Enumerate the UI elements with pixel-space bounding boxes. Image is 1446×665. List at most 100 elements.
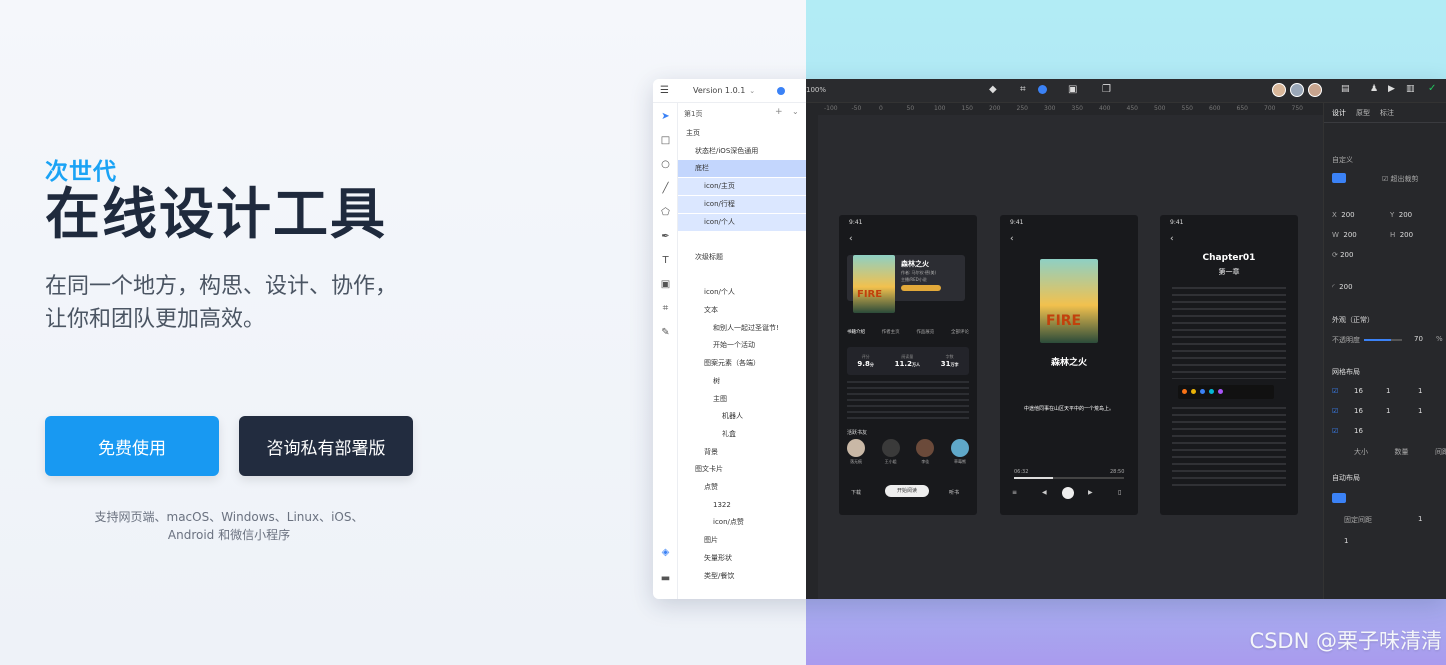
prev-icon[interactable]: ◀ (1042, 489, 1047, 496)
add-page-icon[interactable]: + (775, 107, 783, 117)
share-icon[interactable]: ▤ (1341, 84, 1350, 94)
line-icon[interactable]: ╱ (660, 183, 671, 194)
check-icon[interactable]: ✓ (1428, 83, 1436, 94)
layer-item[interactable]: 主页 (678, 125, 806, 142)
frame-mode-toggle[interactable] (1332, 173, 1346, 183)
group-icon[interactable]: ❐ (1102, 84, 1111, 95)
play-icon[interactable]: ▶ (1388, 84, 1395, 94)
grid-value[interactable]: 16 (1354, 427, 1363, 435)
progress-track[interactable] (1014, 477, 1124, 479)
layer-item[interactable]: icon/主页 (678, 178, 806, 196)
direction-toggle[interactable] (1332, 493, 1346, 503)
layer-item[interactable]: 礼盒 (678, 426, 806, 443)
clip-content-checkbox[interactable]: ☑ 超出裁剪 (1382, 174, 1419, 184)
boolean-icon[interactable] (1038, 85, 1047, 94)
phone-frame-reader[interactable]: 9:41 ‹ Chapter01 第一章 (1160, 215, 1298, 515)
page-label[interactable]: 第1页 (684, 109, 702, 119)
layer-item[interactable]: 树 (678, 373, 806, 390)
book-icon[interactable]: ▯ (1118, 489, 1121, 496)
download-button[interactable]: 下载 (851, 489, 861, 496)
layers-icon[interactable]: ◈ (660, 547, 671, 558)
layer-item[interactable]: icon/点赞 (678, 514, 806, 531)
list-icon[interactable]: ≡ (1012, 489, 1017, 496)
avatar[interactable] (1290, 83, 1304, 97)
color-dot[interactable] (1209, 389, 1214, 394)
chevron-down-icon[interactable]: ⌄ (749, 87, 755, 95)
props-tab[interactable]: 设计 (1332, 108, 1346, 118)
color-dot[interactable] (1218, 389, 1223, 394)
grid-value[interactable]: 16 (1354, 407, 1363, 415)
layout-mode[interactable]: 自定义 (1332, 155, 1353, 165)
avatar[interactable] (1308, 83, 1322, 97)
layer-item[interactable]: 和别人一起过圣诞节! (678, 320, 806, 337)
friend-item[interactable]: 王小姐 (881, 439, 900, 465)
opacity-slider[interactable] (1364, 339, 1402, 341)
color-dot[interactable] (1191, 389, 1196, 394)
w-value[interactable]: 200 (1343, 231, 1356, 239)
grid-value[interactable]: 1 (1418, 387, 1422, 395)
phone-frame-book-detail[interactable]: 9:41 ‹ FIRE 森林之火 作者: 马尔钦·德(美) 主播/RED小说 书… (839, 215, 977, 515)
private-deploy-button[interactable]: 咨询私有部署版 (239, 416, 413, 476)
spacing-value[interactable]: 1 (1418, 515, 1422, 523)
canvas[interactable]: 9:41 ‹ FIRE 森林之火 作者: 马尔钦·德(美) 主播/RED小说 书… (818, 115, 1323, 599)
listen-button[interactable]: 听书 (949, 489, 959, 496)
back-icon[interactable]: ‹ (1010, 234, 1014, 244)
props-tab[interactable]: 原型 (1356, 108, 1370, 118)
next-icon[interactable]: ▶ (1088, 489, 1093, 496)
rectangle-icon[interactable]: □ (660, 135, 671, 146)
cursor-icon[interactable]: ➤ (660, 111, 671, 122)
layer-item[interactable]: 点赞 (678, 479, 806, 496)
layer-item[interactable]: 1322 (678, 497, 806, 514)
image-icon[interactable]: ▣ (660, 279, 671, 290)
color-dot[interactable] (1182, 389, 1187, 394)
frame-tool-icon[interactable]: ⌗ (1020, 84, 1026, 95)
version-label[interactable]: Version 1.0.1 (693, 86, 745, 95)
appearance-section[interactable]: 外观（正常） (1332, 315, 1374, 325)
layer-item[interactable]: 机器人 (678, 408, 806, 425)
rotation-value[interactable]: 200 (1340, 251, 1353, 259)
layer-item[interactable]: 图片 (678, 532, 806, 549)
w-field[interactable]: W 200 (1332, 231, 1357, 239)
props-tab[interactable]: 标注 (1380, 108, 1394, 118)
start-reading-button[interactable]: 开始阅读 (885, 485, 929, 497)
comment-icon[interactable] (777, 86, 786, 95)
layer-item[interactable]: 图案元素（各端） (678, 355, 806, 372)
rotation-field[interactable]: ⟳ 200 (1332, 251, 1353, 259)
pen-icon[interactable]: ✒ (660, 231, 671, 242)
layer-item[interactable] (678, 231, 806, 248)
grid-layout-section[interactable]: 网格布局 (1332, 367, 1360, 377)
opacity-value[interactable]: 70 (1414, 335, 1423, 343)
h-field[interactable]: H 200 (1390, 231, 1413, 239)
zoom-level[interactable]: 100% (806, 86, 826, 94)
grid-value[interactable]: 16 (1354, 387, 1363, 395)
pause-button[interactable] (1062, 487, 1074, 499)
h-value[interactable]: 200 (1400, 231, 1413, 239)
layer-item[interactable]: icon/个人 (678, 213, 806, 231)
padding-value[interactable]: 1 (1344, 537, 1348, 545)
export-icon[interactable]: ▥ (1406, 84, 1415, 94)
menu-icon[interactable]: ☰ (660, 85, 669, 96)
grid-value[interactable]: 1 (1386, 407, 1390, 415)
brush-icon[interactable]: ✎ (660, 327, 671, 338)
layout-mode-value[interactable]: 自定义 (1332, 156, 1353, 164)
chevron-down-icon[interactable]: ⌄ (792, 107, 799, 116)
grid-value[interactable]: 1 (1386, 387, 1390, 395)
layer-item[interactable]: 状态栏/iOS深色通用 (678, 143, 806, 160)
radius-value[interactable]: 200 (1339, 283, 1352, 291)
grid-checkbox[interactable]: ☑ (1332, 427, 1338, 435)
spacing-mode[interactable]: 固定间距 (1344, 515, 1372, 525)
phone-frame-audio-player[interactable]: 9:41 ‹ FIRE 森林之火 中途他同事在山区天平中的一个荒岛上。 06:3… (1000, 215, 1138, 515)
grid-checkbox[interactable]: ☑ (1332, 407, 1338, 415)
layer-item[interactable]: 背景 (678, 444, 806, 461)
grid-value[interactable]: 1 (1418, 407, 1422, 415)
frame-icon[interactable]: ⌗ (660, 303, 671, 314)
friend-item[interactable]: 李佳 (916, 439, 935, 465)
layer-item[interactable]: 开始一个活动 (678, 337, 806, 354)
book-tab[interactable]: 全部评论 (951, 329, 969, 335)
layer-item[interactable]: 文本 (678, 302, 806, 319)
back-icon[interactable]: ‹ (849, 234, 853, 244)
friend-item[interactable]: 落无痕 (847, 439, 865, 465)
ellipse-icon[interactable]: ○ (660, 159, 671, 170)
layer-item[interactable]: icon/个人 (678, 284, 806, 301)
x-field[interactable]: X 200 (1332, 211, 1355, 219)
